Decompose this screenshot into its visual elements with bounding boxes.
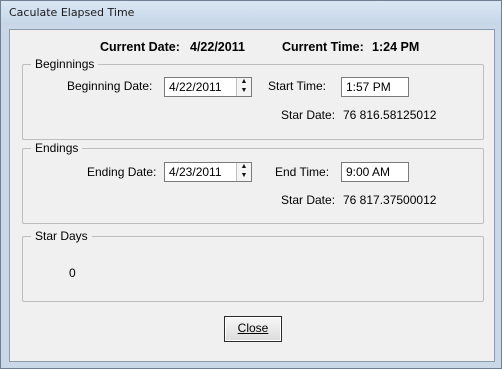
spin-down-arrow-icon[interactable]: ▼ <box>237 87 251 96</box>
start-time-value: 1:57 PM <box>346 80 391 94</box>
stardays-legend: Star Days <box>31 229 92 243</box>
ending-date-picker[interactable]: 4/23/2011 ▲ ▼ <box>164 162 252 182</box>
stardays-value: 0 <box>69 266 76 280</box>
stardays-group: Star Days 0 <box>22 229 484 302</box>
close-button[interactable]: Close <box>224 316 282 342</box>
beginning-date-label: Beginning Date: <box>67 79 153 93</box>
start-time-label: Start Time: <box>268 79 327 93</box>
dialog-window: Caculate Elapsed Time Current Date: 4/22… <box>0 0 502 369</box>
dialog-client-area: Current Date: 4/22/2011 Current Time: 1:… <box>9 29 495 362</box>
beginnings-group: Beginnings Beginning Date: 4/22/2011 ▲ ▼… <box>22 57 484 140</box>
ending-date-label: Ending Date: <box>87 165 157 179</box>
spin-up-arrow-icon[interactable]: ▲ <box>237 78 251 87</box>
start-time-input[interactable]: 1:57 PM <box>341 77 409 97</box>
end-stardate-label: Star Date: <box>281 193 336 207</box>
begin-stardate-label: Star Date: <box>281 108 336 122</box>
close-button-label: Close <box>237 321 269 335</box>
current-time-value: 1:24 PM <box>372 40 420 54</box>
current-time-label: Current Time: <box>282 40 364 54</box>
ending-date-spinner[interactable]: ▲ ▼ <box>236 163 251 181</box>
beginning-date-spinner[interactable]: ▲ ▼ <box>236 78 251 96</box>
endings-legend: Endings <box>31 141 83 155</box>
spin-down-arrow-icon[interactable]: ▼ <box>237 172 251 181</box>
beginning-date-value: 4/22/2011 <box>169 80 222 94</box>
end-time-label: End Time: <box>275 165 330 179</box>
current-date-label: Current Date: <box>100 40 180 54</box>
end-time-value: 9:00 AM <box>346 165 391 179</box>
title-bar[interactable]: Caculate Elapsed Time <box>1 1 501 25</box>
beginnings-legend: Beginnings <box>31 57 99 71</box>
window-title: Caculate Elapsed Time <box>9 6 135 19</box>
end-time-input[interactable]: 9:00 AM <box>341 162 409 182</box>
endings-group: Endings Ending Date: 4/23/2011 ▲ ▼ End T… <box>22 141 484 224</box>
spin-up-arrow-icon[interactable]: ▲ <box>237 163 251 172</box>
begin-stardate-value: 76 816.58125012 <box>343 108 437 122</box>
current-date-value: 4/22/2011 <box>190 40 245 54</box>
ending-date-value: 4/23/2011 <box>169 165 222 179</box>
beginning-date-picker[interactable]: 4/22/2011 ▲ ▼ <box>164 77 252 97</box>
end-stardate-value: 76 817.37500012 <box>343 193 437 207</box>
